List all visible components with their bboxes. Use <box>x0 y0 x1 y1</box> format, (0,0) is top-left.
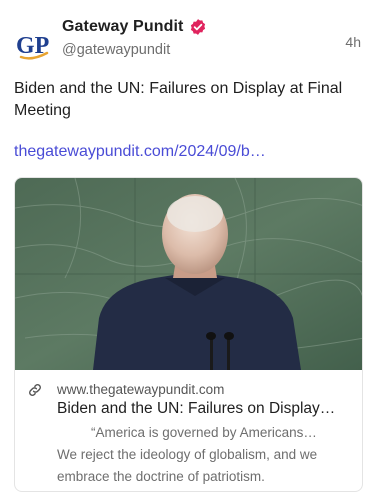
card-meta[interactable]: www.thegatewaypundit.com Biden and the U… <box>15 370 362 491</box>
link-preview-card[interactable]: www.thegatewaypundit.com Biden and the U… <box>14 177 363 492</box>
author-handle[interactable]: @gatewaypundit <box>62 42 170 58</box>
name-row: Gateway Pundit <box>62 18 207 36</box>
avatar[interactable]: GP <box>14 26 50 62</box>
card-description-lead: “America is governed by Americans… <box>91 425 317 440</box>
card-domain: www.thegatewaypundit.com <box>57 382 225 397</box>
author-name[interactable]: Gateway Pundit <box>62 18 183 36</box>
post-header: GP Gateway Pundit @gatewaypundit 4h <box>14 14 363 70</box>
post-text: Biden and the UN: Failures on Display at… <box>14 80 343 119</box>
social-post: GP Gateway Pundit @gatewaypundit 4h Bide… <box>0 0 377 500</box>
gateway-pundit-logo: GP <box>16 33 49 60</box>
link-icon <box>27 382 43 398</box>
speaker-at-podium-photo <box>15 178 362 370</box>
verified-badge-icon <box>189 18 207 36</box>
post-link[interactable]: thegatewaypundit.com/2024/09/b… <box>14 143 266 161</box>
card-title[interactable]: Biden and the UN: Failures on Display… <box>57 400 357 418</box>
card-description-rest: We reject the ideology of globalism, and… <box>57 447 318 484</box>
post-timestamp[interactable]: 4h <box>345 34 361 50</box>
card-image[interactable] <box>15 178 362 370</box>
card-description: “America is governed by Americans… We re… <box>57 422 353 488</box>
